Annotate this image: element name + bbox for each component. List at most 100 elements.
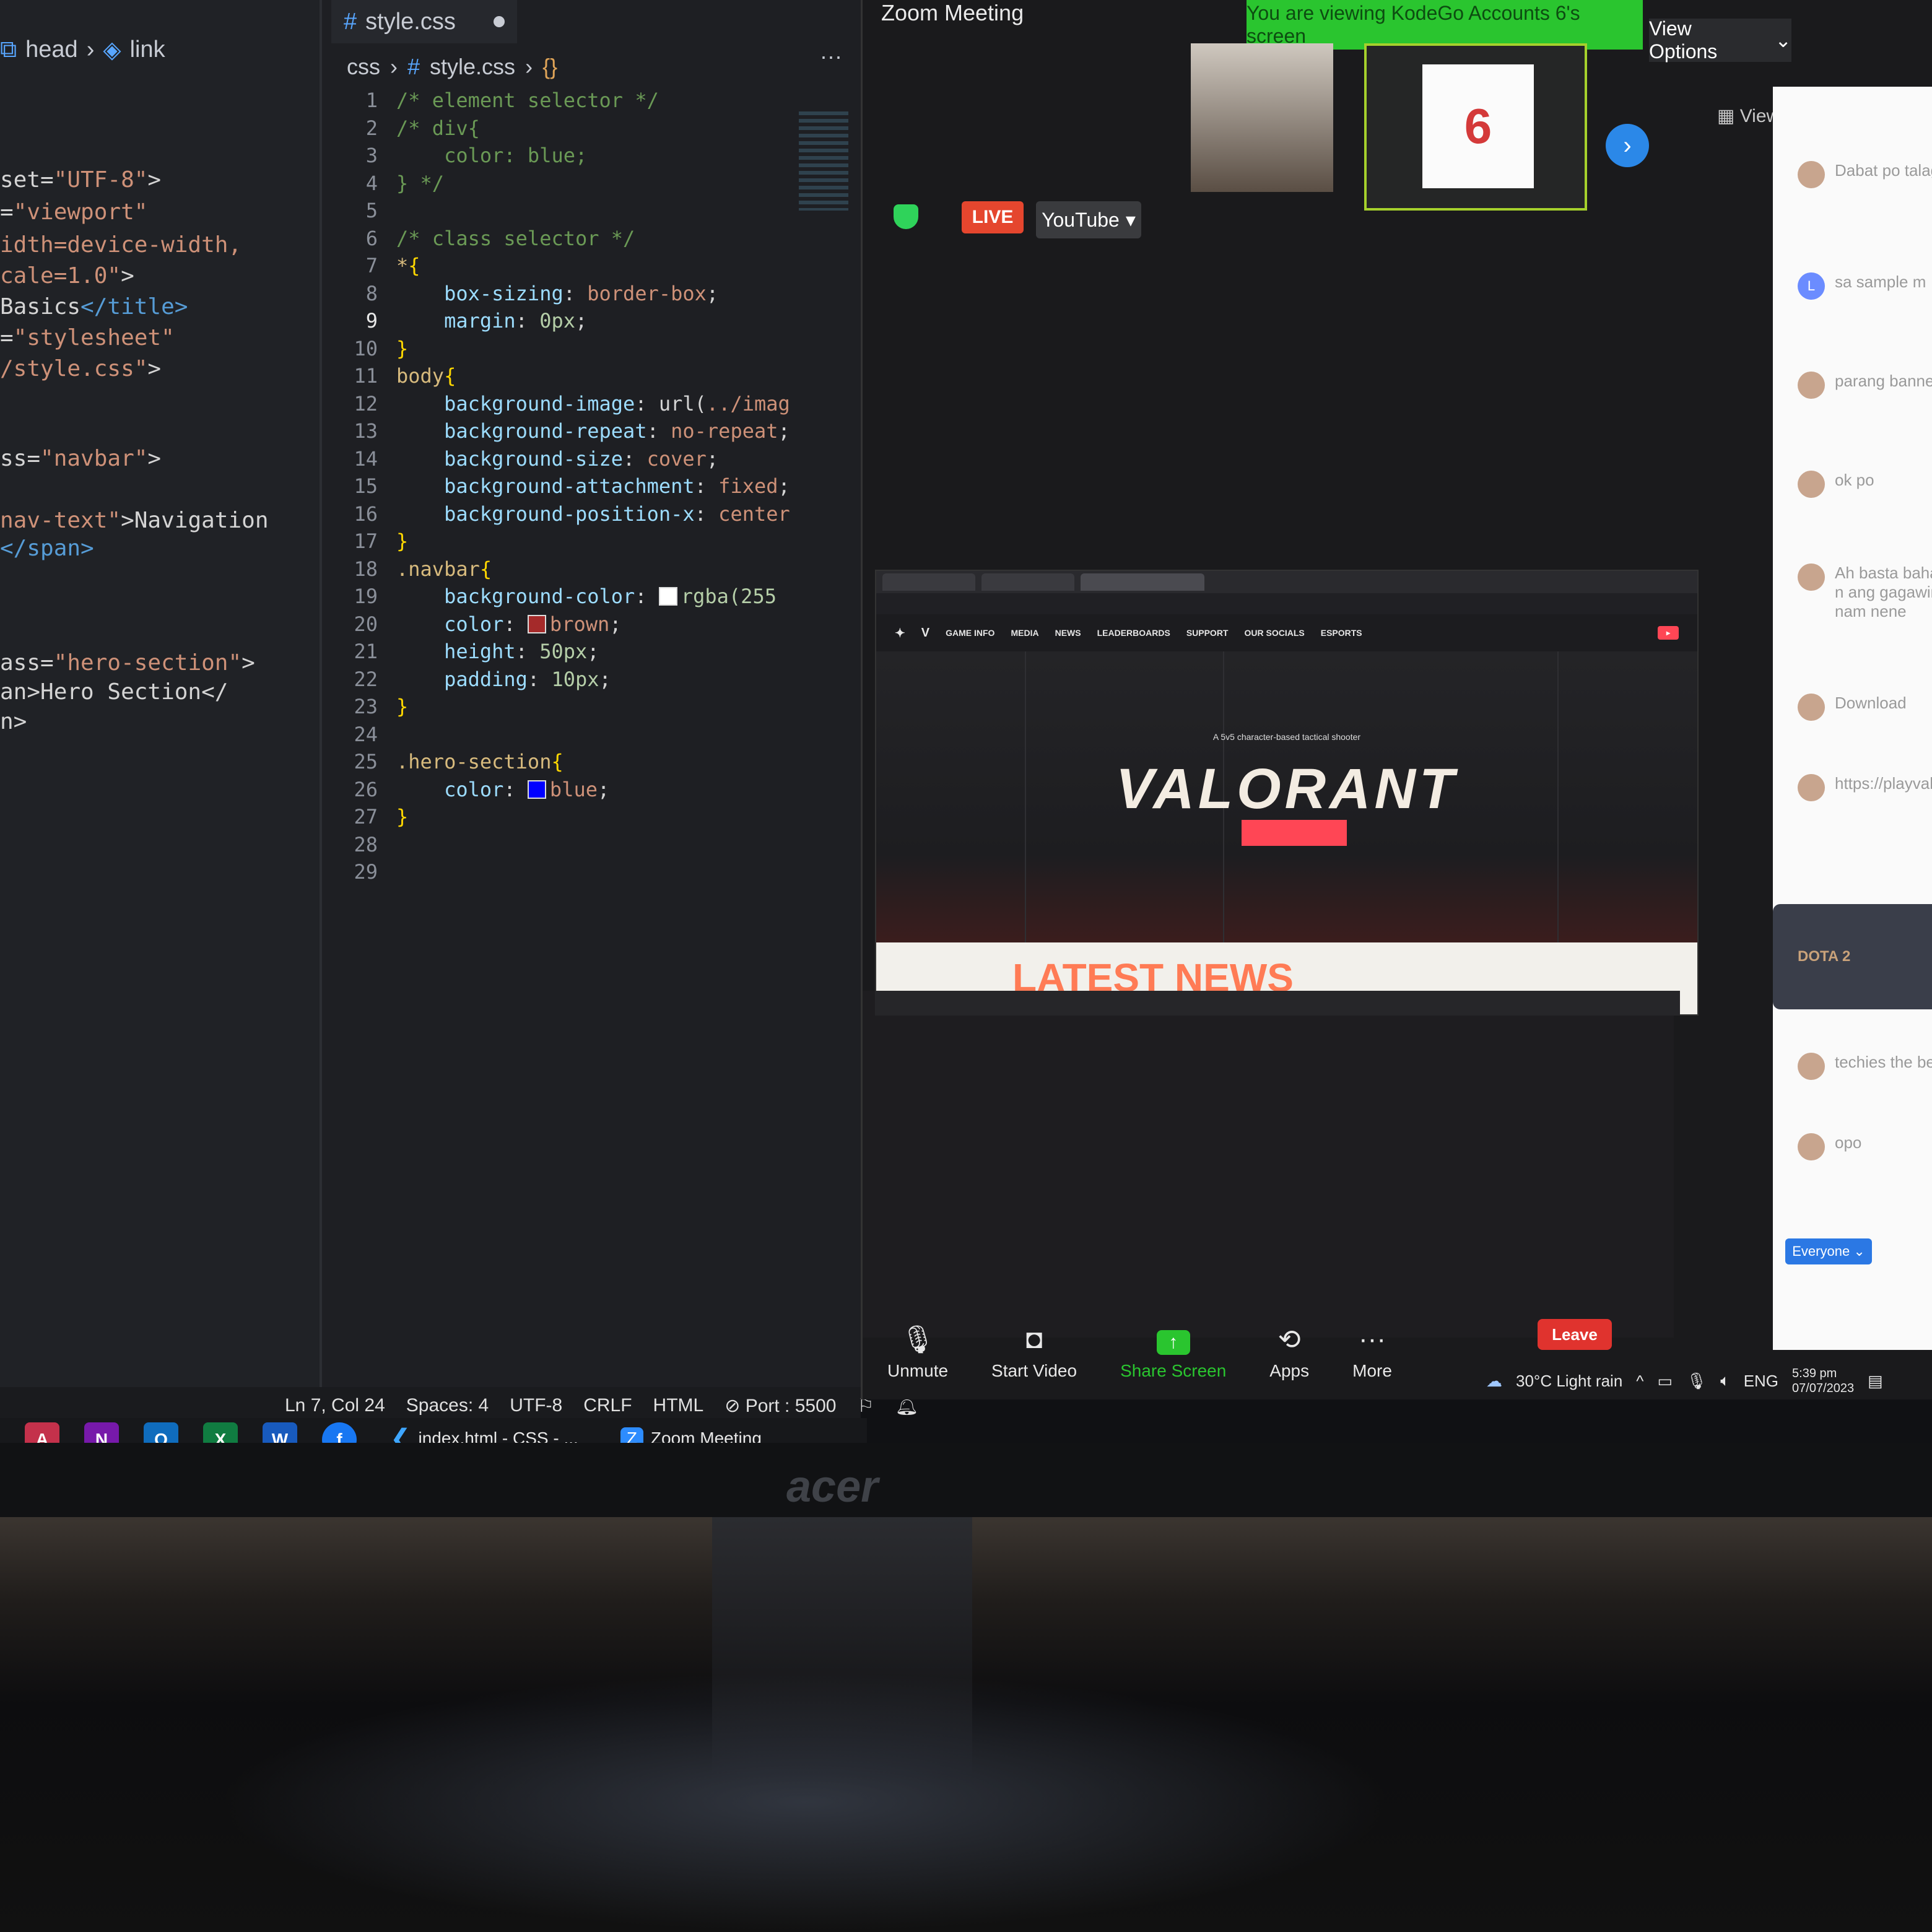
css-code-line[interactable]: 7 *{ bbox=[322, 252, 861, 280]
next-participants-button[interactable]: › bbox=[1606, 124, 1649, 167]
breadcrumb-link[interactable]: link bbox=[130, 37, 165, 63]
css-code-line[interactable]: 1 /* element selector */ bbox=[322, 87, 861, 115]
youtube-stream-button[interactable]: YouTube ▾ bbox=[1036, 201, 1141, 238]
chat-message[interactable]: Ah basta bahala n ang gagawin nam nene bbox=[1798, 564, 1932, 621]
css-code-line[interactable]: 24 bbox=[322, 721, 861, 749]
html-code-line[interactable]: an>Hero Section</ bbox=[0, 679, 228, 705]
live-badge[interactable]: LIVE bbox=[962, 201, 1024, 233]
status-language[interactable]: HTML bbox=[653, 1395, 704, 1416]
css-editor-pane[interactable]: # style.css ··· css › # style.css › {} 1… bbox=[322, 0, 861, 1399]
riot-logo-icon[interactable]: ✦ bbox=[895, 625, 905, 641]
site-nav-item[interactable]: SUPPORT bbox=[1186, 628, 1229, 638]
breadcrumb-css[interactable]: css bbox=[347, 54, 380, 80]
chat-message[interactable]: Lsa sample m bbox=[1798, 272, 1932, 300]
view-button[interactable]: ▦ View bbox=[1717, 105, 1780, 127]
chat-recipient-dropdown[interactable]: Everyone ⌄ bbox=[1785, 1238, 1872, 1264]
css-code-line[interactable]: 6 /* class selector */ bbox=[322, 225, 861, 253]
security-shield-icon[interactable] bbox=[894, 204, 918, 229]
notification-icon[interactable]: ▤ bbox=[1868, 1372, 1883, 1391]
excel-app-icon[interactable]: X bbox=[203, 1422, 238, 1443]
taskbar-zoom[interactable]: Z Zoom Meeting bbox=[612, 1420, 770, 1443]
status-cursor[interactable]: Ln 7, Col 24 bbox=[285, 1395, 385, 1416]
weather-text[interactable]: 30°C Light rain bbox=[1516, 1372, 1622, 1391]
site-nav-item[interactable]: MEDIA bbox=[1011, 628, 1038, 638]
status-encoding[interactable]: UTF-8 bbox=[510, 1395, 562, 1416]
site-nav-item[interactable]: GAME INFO bbox=[946, 628, 994, 638]
chat-message[interactable]: Download bbox=[1798, 694, 1932, 721]
css-code-area[interactable]: 1/* element selector */2/* div{3 color: … bbox=[322, 87, 861, 886]
facebook-app-icon[interactable]: f bbox=[322, 1422, 357, 1443]
chat-message[interactable]: parang banne bbox=[1798, 372, 1932, 399]
color-swatch[interactable] bbox=[527, 614, 546, 633]
browser-tab[interactable] bbox=[882, 573, 975, 591]
tray-chevron-up-icon[interactable]: ^ bbox=[1636, 1372, 1643, 1391]
html-code-line[interactable]: ="viewport" bbox=[0, 199, 147, 225]
participant-video-thumbnail[interactable] bbox=[1191, 43, 1333, 192]
chat-message[interactable]: https://playvalorant.co bbox=[1798, 774, 1932, 801]
css-code-line[interactable]: 25 .hero-section{ bbox=[322, 748, 861, 776]
css-code-line[interactable]: 11 body{ bbox=[322, 362, 861, 390]
css-code-line[interactable]: 13 background-repeat: no-repeat; bbox=[322, 417, 861, 445]
css-code-line[interactable]: 28 bbox=[322, 831, 861, 859]
site-nav-item[interactable]: NEWS bbox=[1055, 628, 1081, 638]
css-code-line[interactable]: 21 height: 50px; bbox=[322, 638, 861, 666]
status-eol[interactable]: CRLF bbox=[583, 1395, 632, 1416]
css-code-line[interactable]: 23} bbox=[322, 693, 861, 721]
tab-style-css[interactable]: # style.css bbox=[331, 0, 517, 43]
more-button[interactable]: ··· More bbox=[1352, 1324, 1392, 1381]
chat-message[interactable]: opo bbox=[1798, 1133, 1932, 1160]
chat-message[interactable]: ok po bbox=[1798, 471, 1932, 498]
chat-message[interactable]: techies the best bbox=[1798, 1053, 1932, 1080]
html-code-line[interactable]: </span> bbox=[0, 536, 94, 561]
browser-tab[interactable] bbox=[981, 573, 1074, 591]
more-actions-icon[interactable]: ··· bbox=[820, 43, 842, 69]
css-code-line[interactable]: 5 bbox=[322, 197, 861, 225]
mic-icon[interactable]: 🎙︎ bbox=[1686, 1372, 1707, 1391]
color-swatch[interactable] bbox=[527, 780, 546, 799]
shared-screen[interactable]: ✦ V GAME INFO MEDIA NEWS LEADERBOARDS SUPPOR… bbox=[875, 570, 1699, 1016]
css-code-line[interactable]: 27} bbox=[322, 803, 861, 831]
onenote-app-icon[interactable]: N bbox=[84, 1422, 119, 1443]
language-indicator[interactable]: ENG bbox=[1744, 1372, 1778, 1391]
html-editor-pane[interactable]: ⧉ head › ◈ link set="UTF-8"> ="viewport" i… bbox=[0, 0, 322, 1399]
view-options-button[interactable]: View Options ⌄ bbox=[1649, 17, 1791, 63]
html-code-line[interactable]: /style.css"> bbox=[0, 356, 161, 381]
color-swatch[interactable] bbox=[658, 587, 677, 606]
html-code-line[interactable]: nav-text">Navigation bbox=[0, 508, 269, 533]
taskbar-vscode[interactable]: ❮ index.html - CSS - ... bbox=[381, 1420, 587, 1443]
css-code-line[interactable]: 12 background-image: url(../imag bbox=[322, 390, 861, 418]
word-app-icon[interactable]: W bbox=[263, 1422, 297, 1443]
browser-tab-active[interactable] bbox=[1081, 573, 1204, 591]
css-code-line[interactable]: 19 background-color: rgba(255 bbox=[322, 583, 861, 611]
css-code-line[interactable]: 22 padding: 10px; bbox=[322, 666, 861, 694]
browser-address-bar[interactable] bbox=[876, 593, 1697, 614]
site-nav-item[interactable]: ESPORTS bbox=[1321, 628, 1362, 638]
css-code-line[interactable]: 4} */ bbox=[322, 170, 861, 198]
html-code-line[interactable]: idth=device-width, bbox=[0, 232, 242, 258]
site-nav-item[interactable]: LEADERBOARDS bbox=[1097, 628, 1170, 638]
css-code-line[interactable]: 15 background-attachment: fixed; bbox=[322, 472, 861, 500]
css-code-line[interactable]: 9 margin: 0px; bbox=[322, 307, 861, 335]
css-code-line[interactable]: 16 background-position-x: center bbox=[322, 500, 861, 528]
css-code-line[interactable]: 3 color: blue; bbox=[322, 142, 861, 170]
css-code-line[interactable]: 26 color: blue; bbox=[322, 776, 861, 804]
apps-button[interactable]: ⟲ Apps bbox=[1269, 1324, 1309, 1381]
css-code-line[interactable]: 8 box-sizing: border-box; bbox=[322, 280, 861, 308]
css-code-line[interactable]: 10} bbox=[322, 335, 861, 363]
css-code-line[interactable]: 29 bbox=[322, 858, 861, 886]
css-code-line[interactable]: 20 color: brown; bbox=[322, 611, 861, 638]
html-code-line[interactable]: ass="hero-section"> bbox=[0, 650, 255, 676]
network-icon[interactable]: ▭ bbox=[1657, 1372, 1673, 1391]
play-free-button[interactable]: ▸ bbox=[1657, 626, 1679, 640]
status-port[interactable]: ⊘ Port : 5500 bbox=[724, 1395, 836, 1417]
html-code-line[interactable]: ="stylesheet" bbox=[0, 325, 175, 350]
start-video-button[interactable]: ◘ Start Video bbox=[991, 1324, 1077, 1381]
chat-panel[interactable]: Dabat po talaga Lsa sample m parang banne o… bbox=[1773, 87, 1932, 1350]
hero-play-button[interactable] bbox=[1242, 820, 1347, 846]
dota-image-message[interactable]: DOTA 2 bbox=[1773, 904, 1932, 1009]
breadcrumb-head[interactable]: head bbox=[25, 37, 78, 63]
breadcrumb-stylecss[interactable]: style.css bbox=[430, 54, 515, 80]
html-code-line[interactable]: Basics</title> bbox=[0, 294, 188, 320]
css-code-line[interactable]: 17} bbox=[322, 528, 861, 555]
html-code-line[interactable]: n> bbox=[0, 709, 27, 734]
